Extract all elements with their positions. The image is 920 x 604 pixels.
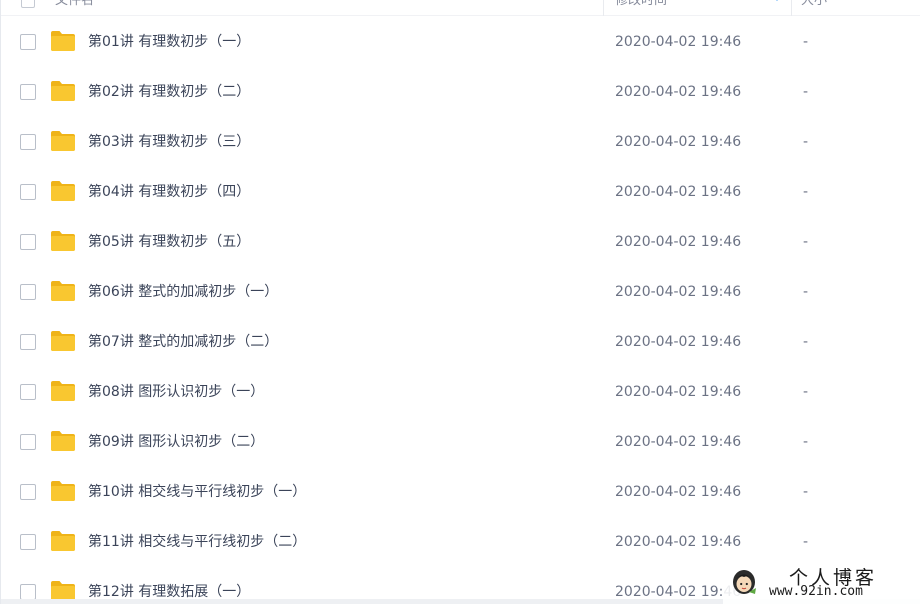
file-row[interactable]: 第11讲 相交线与平行线初步（二） 2020-04-02 19:46 - [1,518,920,568]
modified-time: 2020-04-02 19:46 [615,134,742,150]
folder-icon[interactable] [50,280,76,302]
file-row[interactable]: 第06讲 整式的加减初步（一） 2020-04-02 19:46 - [1,268,920,318]
file-size: - [803,84,809,100]
column-header-name[interactable]: 文件名 [55,0,94,10]
file-size: - [803,534,809,550]
modified-time: 2020-04-02 19:46 [615,234,742,250]
blog-avatar-icon [733,570,756,594]
file-size: - [803,184,809,200]
file-name-link[interactable]: 第03讲 有理数初步（三） [88,133,250,151]
column-header-modified-time[interactable]: 修改时间 [615,0,667,10]
watermark: 个人博客 www.92in.com [723,562,920,604]
file-name-link[interactable]: 第05讲 有理数初步（五） [88,233,250,251]
file-row[interactable]: 第08讲 图形认识初步（一） 2020-04-02 19:46 - [1,368,920,418]
folder-icon[interactable] [50,80,76,102]
row-checkbox[interactable] [20,334,36,350]
modified-time: 2020-04-02 19:46 [615,184,742,200]
file-name-link[interactable]: 第04讲 有理数初步（四） [88,183,250,201]
watermark-url: www.92in.com [769,584,863,599]
file-name-link[interactable]: 第10讲 相交线与平行线初步（一） [88,483,306,501]
file-row[interactable]: 第02讲 有理数初步（二） 2020-04-02 19:46 - [1,68,920,118]
modified-time: 2020-04-02 19:46 [615,34,742,50]
file-row[interactable]: 第09讲 图形认识初步（二） 2020-04-02 19:46 - [1,418,920,468]
file-row[interactable]: 第10讲 相交线与平行线初步（一） 2020-04-02 19:46 - [1,468,920,518]
row-checkbox[interactable] [20,84,36,100]
folder-icon[interactable] [50,30,76,52]
file-row[interactable]: 第04讲 有理数初步（四） 2020-04-02 19:46 - [1,168,920,218]
file-size: - [803,134,809,150]
file-name-link[interactable]: 第09讲 图形认识初步（二） [88,433,264,451]
column-header-size[interactable]: 大小 [801,0,827,10]
file-size: - [803,484,809,500]
row-checkbox[interactable] [20,184,36,200]
modified-time: 2020-04-02 19:46 [615,284,742,300]
row-checkbox[interactable] [20,34,36,50]
modified-time: 2020-04-02 19:46 [615,84,742,100]
file-size: - [803,334,809,350]
row-checkbox[interactable] [20,434,36,450]
row-checkbox[interactable] [20,484,36,500]
file-list: 第01讲 有理数初步（一） 2020-04-02 19:46- 第02讲 有理数初步… [1,18,920,604]
folder-icon[interactable] [50,330,76,352]
sort-descending-icon[interactable] [773,0,781,1]
row-checkbox[interactable] [20,134,36,150]
folder-icon[interactable] [50,380,76,402]
modified-time: 2020-04-02 19:46 [615,484,742,500]
file-size: - [803,234,809,250]
row-checkbox[interactable] [20,234,36,250]
folder-icon[interactable] [50,130,76,152]
folder-icon[interactable] [50,180,76,202]
file-size: - [803,434,809,450]
file-name-link[interactable]: 第02讲 有理数初步（二） [88,83,250,101]
file-row[interactable]: 第01讲 有理数初步（一） 2020-04-02 19:46 - [1,18,920,68]
folder-icon[interactable] [50,230,76,252]
row-checkbox[interactable] [20,534,36,550]
file-size: - [803,284,809,300]
file-name-link[interactable]: 第07讲 整式的加减初步（二） [88,333,278,351]
folder-icon[interactable] [50,530,76,552]
select-all-checkbox[interactable] [21,0,35,8]
row-checkbox[interactable] [20,284,36,300]
file-row[interactable]: 第07讲 整式的加减初步（二） 2020-04-02 19:46 - [1,318,920,368]
file-size: - [803,34,809,50]
folder-icon[interactable] [50,480,76,502]
modified-time: 2020-04-02 19:46 [615,534,742,550]
file-name-link[interactable]: 第08讲 图形认识初步（一） [88,383,264,401]
file-size: - [803,384,809,400]
column-divider[interactable] [603,0,604,16]
file-list-window: 文件名 修改时间 大小 第01讲 有理数初步（一） 2020-04-02 19:4… [0,0,920,604]
folder-icon[interactable] [50,430,76,452]
file-name-link[interactable]: 第11讲 相交线与平行线初步（二） [88,533,306,551]
row-checkbox[interactable] [20,584,36,600]
file-row[interactable]: 第03讲 有理数初步（三） 2020-04-02 19:46 - [1,118,920,168]
file-row[interactable]: 第05讲 有理数初步（五） 2020-04-02 19:46 - [1,218,920,268]
modified-time: 2020-04-02 19:46 [615,434,742,450]
column-divider[interactable] [791,0,792,16]
file-name-link[interactable]: 第06讲 整式的加减初步（一） [88,283,278,301]
modified-time: 2020-04-02 19:46 [615,384,742,400]
list-header: 文件名 修改时间 大小 [1,0,920,16]
row-checkbox[interactable] [20,384,36,400]
file-name-link[interactable]: 第01讲 有理数初步（一） [88,33,250,51]
modified-time: 2020-04-02 19:46 [615,334,742,350]
